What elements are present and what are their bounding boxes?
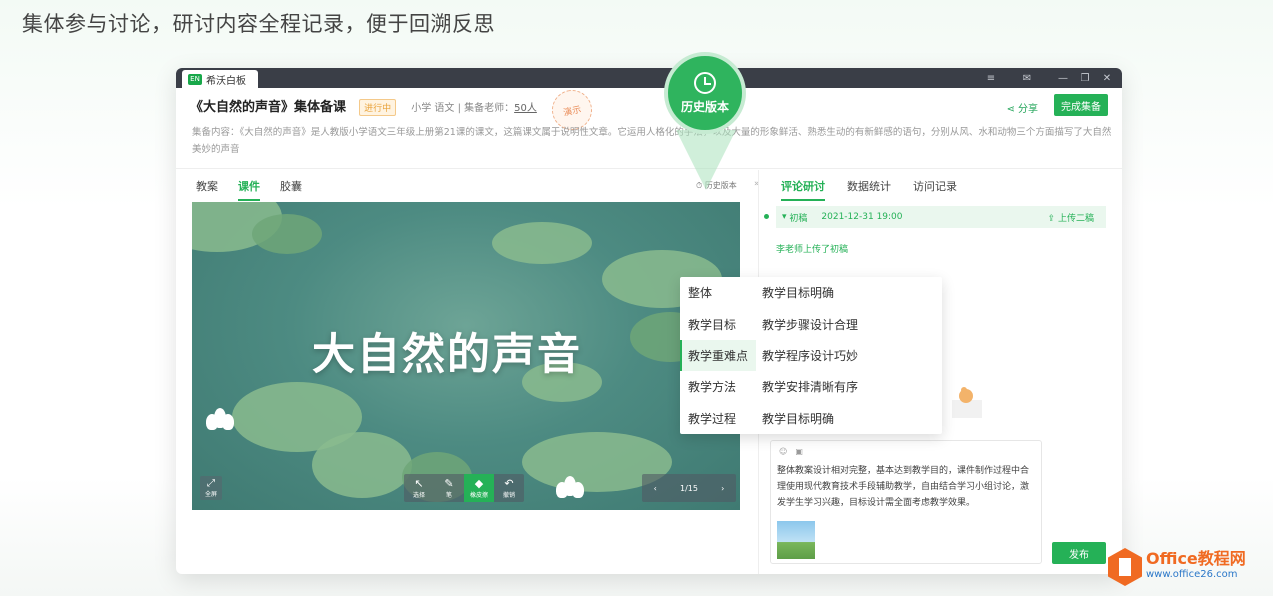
lily-pad bbox=[312, 432, 412, 498]
clock-icon bbox=[694, 71, 716, 94]
lotus-flower-icon bbox=[556, 476, 586, 498]
window-controls: ≡ ✉ — ❐ ✕ bbox=[980, 68, 1118, 88]
publish-button[interactable]: 发布 bbox=[1052, 542, 1106, 564]
lotus-flower-icon bbox=[206, 408, 236, 430]
right-tabs: 评论研讨 数据统计 访问记录 bbox=[781, 178, 957, 201]
watermark: Office教程网 www.office26.com bbox=[1108, 548, 1246, 586]
select-icon: ↖ bbox=[414, 477, 424, 490]
category-item[interactable]: 教学重难点 bbox=[680, 339, 756, 372]
phrase-item[interactable]: 教学程序设计巧妙 bbox=[762, 340, 858, 371]
tab-lesson-plan[interactable]: 教案 bbox=[196, 178, 218, 201]
slide-canvas[interactable]: 大自然的声音 ⤢ 全屏 ↖ 选择 ✎ 笔 ◆ 橡皮擦 ↶ 撤销 ‹ 1/15 › bbox=[192, 202, 740, 510]
watermark-text: Office教程网 www.office26.com bbox=[1146, 551, 1246, 583]
fullscreen-button[interactable]: ⤢ 全屏 bbox=[200, 476, 222, 500]
tab-statistics[interactable]: 数据统计 bbox=[847, 178, 891, 201]
fullscreen-label: 全屏 bbox=[204, 491, 217, 498]
image-icon[interactable]: ▣ bbox=[795, 447, 803, 456]
emoji-icon[interactable]: ☺ bbox=[779, 447, 787, 456]
comment-input[interactable]: ☺ ▣ 整体教案设计相对完整，基本达到教学目的，课件制作过程中合理使用现代教育技… bbox=[770, 440, 1042, 564]
draft-time: 2021-12-31 19:00 bbox=[821, 212, 903, 222]
minimize-icon[interactable]: — bbox=[1052, 73, 1074, 84]
upload-note: 李老师上传了初稿 bbox=[776, 245, 849, 255]
pen-icon: ✎ bbox=[444, 477, 454, 490]
category-list: 整体 教学目标 教学重难点 教学方法 教学过程 bbox=[680, 277, 756, 434]
phrase-item[interactable]: 教学目标明确 bbox=[762, 277, 858, 308]
app-tab[interactable]: EN 希沃白板 bbox=[182, 70, 258, 88]
share-label: 分享 bbox=[1018, 104, 1038, 115]
fullscreen-icon: ⤢ bbox=[207, 478, 215, 489]
description: 集备内容：《大自然的声音》是人教版小学语文三年级上册第21课的课文，这篇课文属于… bbox=[192, 127, 1112, 155]
tab-courseware[interactable]: 课件 bbox=[238, 178, 260, 201]
category-item[interactable]: 整体 bbox=[680, 277, 756, 308]
teacher-count-link[interactable]: 50人 bbox=[514, 103, 537, 114]
comment-tools: ☺ ▣ bbox=[779, 447, 803, 456]
share-button[interactable]: ⋖ 分享 bbox=[1006, 100, 1038, 115]
page-title: 《大自然的声音》集体备课 bbox=[190, 100, 347, 115]
history-version-badge: 历史版本 bbox=[664, 52, 748, 136]
prev-page-button[interactable]: ‹ bbox=[654, 484, 657, 493]
category-item[interactable]: 教学方法 bbox=[680, 371, 756, 402]
slide-toolbar: ↖ 选择 ✎ 笔 ◆ 橡皮擦 ↶ 撤销 bbox=[404, 474, 524, 502]
page-caption: 集体参与讨论，研讨内容全程记录，便于回溯反思 bbox=[22, 12, 495, 36]
app-logo-icon: EN bbox=[188, 73, 202, 85]
watermark-line1: Office教程网 bbox=[1146, 549, 1246, 568]
tab-discussion[interactable]: 评论研讨 bbox=[781, 178, 825, 201]
upload-second-draft-button[interactable]: ⇪ 上传二稿 bbox=[1048, 211, 1094, 224]
tab-visit-log[interactable]: 访问记录 bbox=[913, 178, 957, 201]
lily-pad bbox=[252, 214, 322, 254]
finish-button[interactable]: 完成集备 bbox=[1054, 94, 1108, 116]
phrase-item[interactable]: 教学步骤设计合理 bbox=[762, 308, 858, 339]
select-tool-button[interactable]: ↖ 选择 bbox=[404, 474, 434, 502]
left-tabs: 教案 课件 胶囊 bbox=[196, 178, 302, 201]
undo-icon: ↶ bbox=[504, 477, 514, 490]
menu-icon[interactable]: ≡ bbox=[980, 73, 1002, 84]
undo-button[interactable]: ↶ 撤销 bbox=[494, 474, 524, 502]
caret-down-icon: ▾ bbox=[782, 212, 790, 222]
status-badge: 进行中 bbox=[359, 99, 397, 116]
undo-label: 撤销 bbox=[502, 492, 515, 499]
eraser-icon: ◆ bbox=[474, 477, 484, 490]
phrase-list: 教学目标明确 教学步骤设计合理 教学程序设计巧妙 教学安排清晰有序 教学目标明确 bbox=[762, 277, 858, 434]
lily-pad bbox=[492, 222, 592, 264]
comment-text: 整体教案设计相对完整，基本达到教学目的，课件制作过程中合理使用现代教育技术手段辅… bbox=[777, 466, 1030, 508]
draft-name: 初稿 bbox=[789, 213, 808, 224]
history-spotlight bbox=[676, 130, 736, 190]
draft-row[interactable]: ▾ 初稿 2021-12-31 19:00 ⇪ 上传二稿 bbox=[776, 206, 1106, 228]
category-item[interactable]: 教学过程 bbox=[680, 403, 756, 434]
mascot-illustration-icon bbox=[952, 387, 982, 418]
history-circle: 历史版本 bbox=[664, 52, 746, 134]
comment-template-popup: 整体 教学目标 教学重难点 教学方法 教学过程 教学目标明确 教学步骤设计合理 … bbox=[680, 277, 942, 434]
app-window: EN 希沃白板 ≡ ✉ — ❐ ✕ 《大自然的声音》集体备课 进行中 小学 语文… bbox=[176, 68, 1122, 574]
page-indicator: 1/15 bbox=[680, 483, 698, 493]
upload-label: 上传二稿 bbox=[1057, 213, 1094, 224]
course-meta: 小学 语文 | 集备老师：50人 bbox=[411, 99, 537, 114]
maximize-icon[interactable]: ❐ bbox=[1074, 73, 1096, 84]
next-page-button[interactable]: › bbox=[721, 484, 724, 493]
page-header: 《大自然的声音》集体备课 进行中 小学 语文 | 集备老师：50人 演示 ⋖ 分… bbox=[190, 86, 1108, 134]
slide-pager: ‹ 1/15 › bbox=[642, 474, 736, 502]
eraser-tool-button[interactable]: ◆ 橡皮擦 bbox=[464, 474, 494, 502]
meta-text: 小学 语文 | 集备老师： bbox=[411, 103, 515, 114]
slide-title: 大自然的声音 bbox=[312, 330, 582, 380]
phrase-item[interactable]: 教学目标明确 bbox=[762, 403, 858, 434]
attached-image[interactable] bbox=[777, 521, 815, 559]
history-badge-label: 历史版本 bbox=[680, 99, 729, 114]
office-logo-icon bbox=[1108, 548, 1142, 586]
timeline-dot bbox=[764, 214, 769, 219]
close-icon[interactable]: ✕ bbox=[1096, 73, 1118, 84]
pen-tool-button[interactable]: ✎ 笔 bbox=[434, 474, 464, 502]
app-tab-title: 希沃白板 bbox=[206, 75, 246, 87]
title-bar: EN 希沃白板 ≡ ✉ — ❐ ✕ bbox=[176, 68, 1122, 88]
pen-label: 笔 bbox=[445, 492, 452, 499]
header-divider bbox=[176, 168, 1122, 169]
select-label: 选择 bbox=[412, 492, 425, 499]
category-item[interactable]: 教学目标 bbox=[680, 308, 756, 339]
mail-icon[interactable]: ✉ bbox=[1016, 73, 1038, 84]
watermark-line2: www.office26.com bbox=[1146, 569, 1238, 580]
eraser-label: 橡皮擦 bbox=[469, 492, 488, 499]
tab-capsule[interactable]: 胶囊 bbox=[280, 178, 302, 201]
phrase-item[interactable]: 教学安排清晰有序 bbox=[762, 371, 858, 402]
